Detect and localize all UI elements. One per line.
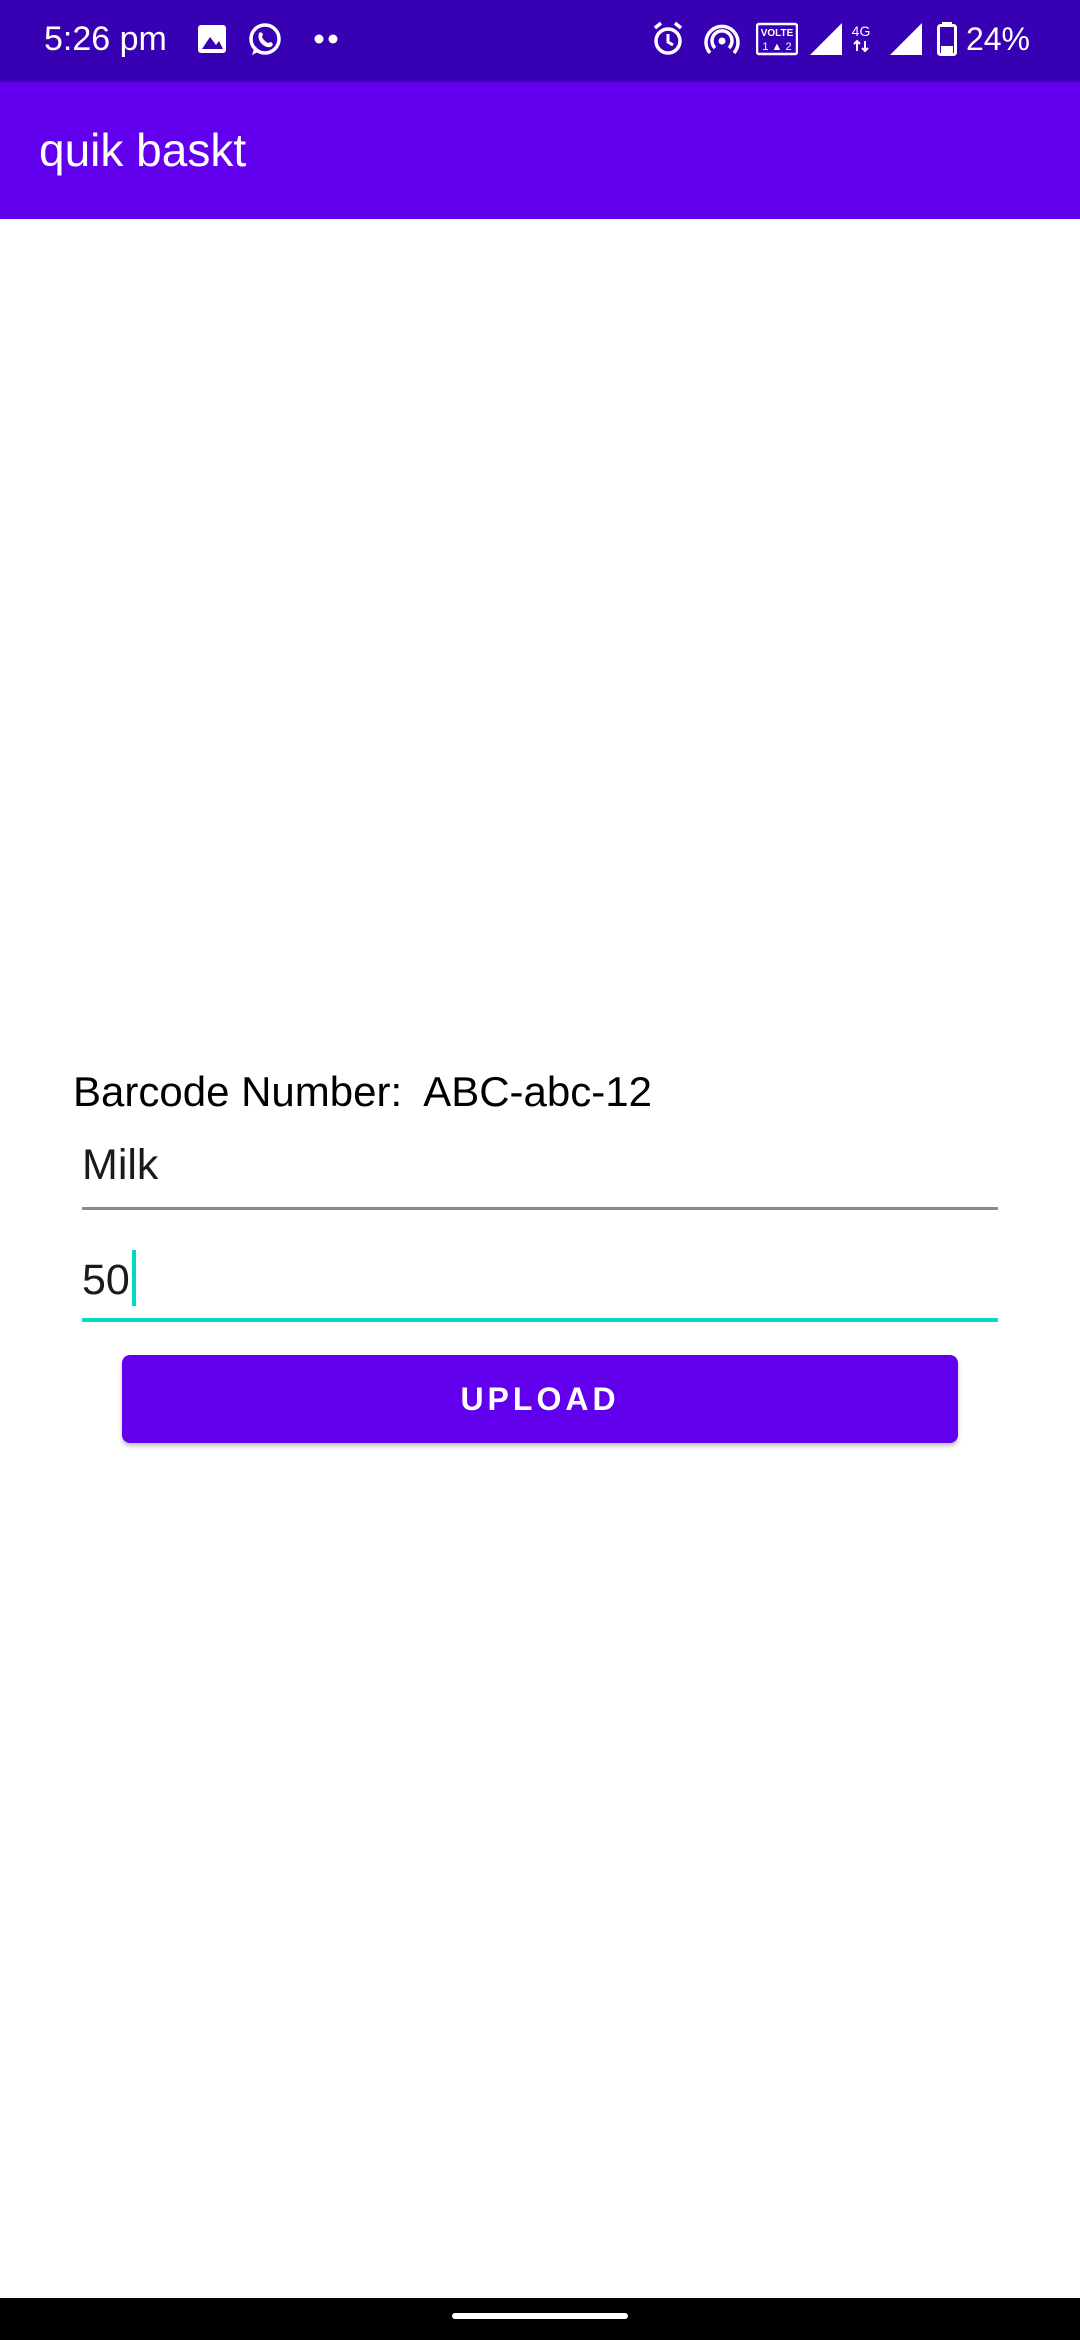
- whatsapp-icon: [246, 19, 284, 59]
- upload-button[interactable]: UPLOAD: [122, 1355, 958, 1443]
- price-value: 50: [82, 1256, 130, 1304]
- product-name-underline: [82, 1207, 998, 1210]
- more-dots-icon: [312, 19, 342, 59]
- network-label: 4G: [852, 23, 871, 39]
- hotspot-icon: [704, 19, 740, 59]
- volte-icon: VOLTE 1 ▲ 2: [756, 19, 798, 59]
- barcode-value: ABC-abc-12: [423, 1068, 652, 1115]
- alarm-icon: [650, 19, 686, 59]
- volte-label: VOLTE: [761, 28, 794, 39]
- price-underline: [82, 1318, 998, 1322]
- signal-4g-icon: 4G: [850, 19, 872, 59]
- gallery-icon: [196, 19, 228, 59]
- app-title: quik baskt: [39, 124, 247, 176]
- svg-text:1 ▲ 2: 1 ▲ 2: [762, 41, 791, 53]
- text-cursor: [131, 1250, 136, 1306]
- app-bar: quik baskt: [0, 82, 1080, 219]
- product-name-field[interactable]: Milk: [82, 1122, 998, 1210]
- battery-icon: [936, 19, 958, 59]
- navigation-bar: [0, 2298, 1080, 2340]
- battery-percentage: 24%: [965, 21, 1030, 57]
- price-text: 50: [82, 1250, 136, 1307]
- barcode-label: Barcode Number:: [73, 1068, 403, 1115]
- home-gesture-handle[interactable]: [452, 2313, 628, 2319]
- status-time: 5:26 pm: [44, 20, 167, 58]
- status-bar: 5:26 pm VOLTE 1 ▲ 2 4G 24%: [0, 0, 1080, 82]
- product-name-value: Milk: [82, 1141, 159, 1189]
- signal-icon-2: [888, 19, 924, 59]
- barcode-row: Barcode Number: ABC-abc-12: [73, 1064, 652, 1120]
- price-field[interactable]: 50: [82, 1234, 998, 1322]
- signal-icon: [808, 19, 844, 59]
